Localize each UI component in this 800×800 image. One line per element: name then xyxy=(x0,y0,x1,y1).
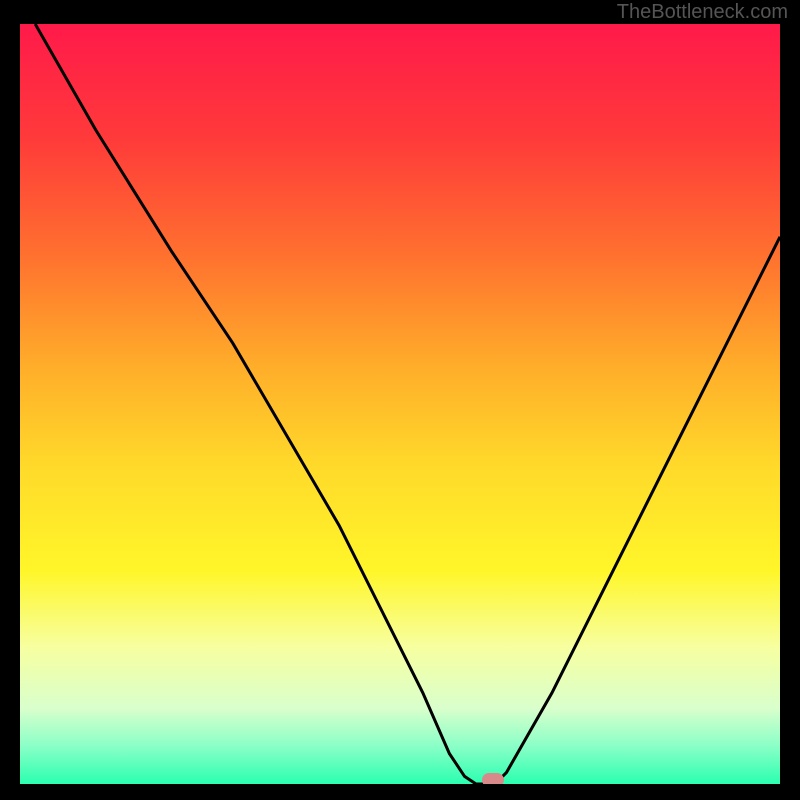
watermark-text: TheBottleneck.com xyxy=(617,1,788,24)
optimal-point-marker xyxy=(482,773,504,784)
chart-background-gradient xyxy=(20,24,780,784)
chart-plot-area xyxy=(20,24,780,784)
chart-svg xyxy=(20,24,780,784)
